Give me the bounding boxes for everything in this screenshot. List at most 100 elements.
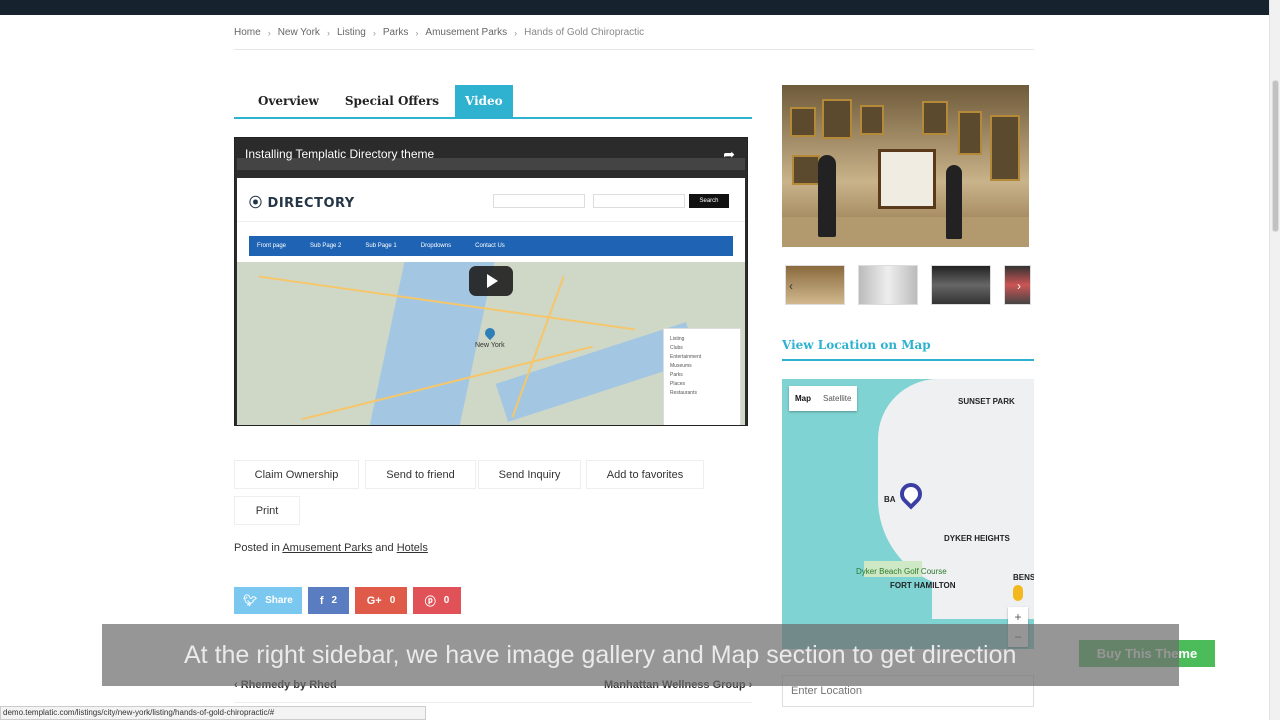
top-navigation-bar [0,0,1280,15]
category-link-amusement-parks[interactable]: Amusement Parks [282,542,372,554]
pinterest-count: 0 [443,595,450,606]
gplus-share-button[interactable]: G+ 0 [355,587,407,614]
nav-item: Dropdowns [420,243,452,249]
land-area [878,379,1034,589]
facebook-count: 2 [331,595,338,606]
chevron-right-icon: › [372,27,376,38]
gplus-count: 0 [389,595,396,606]
tab-overview[interactable]: Overview [234,85,329,117]
facebook-icon: f [319,594,324,607]
chevron-right-icon: › [326,27,330,38]
send-inquiry-button[interactable]: Send Inquiry [478,460,581,489]
chevron-right-icon[interactable]: › [1017,279,1021,293]
tab-video[interactable]: Video [454,85,513,117]
map-pin-label: New York [475,342,505,349]
site-nav: Front page Sub Page 2 Sub Page 1 Dropdow… [249,236,733,256]
twitter-share-button[interactable]: 🐦︎ Share [234,587,302,614]
add-to-favorites-button[interactable]: Add to favorites [586,460,704,489]
chevron-right-icon: › [267,27,271,38]
print-button[interactable]: Print [234,496,300,525]
nav-item: Contact Us [475,243,505,249]
breadcrumb: Home › New York › Listing › Parks › Amusemen… [234,27,644,38]
painting [990,115,1020,181]
gallery-thumbnails: ‹ › [785,265,1031,305]
chevron-right-icon: › [415,27,419,38]
status-bar-url: demo.templatic.com/listings/city/new-yor… [0,706,426,720]
search-field [493,194,585,208]
posted-and: and [375,542,394,554]
claim-ownership-button[interactable]: Claim Ownership [234,460,359,489]
panel-item: Museums [670,363,692,369]
search-button: Search [689,194,729,208]
map-pin-icon: ⦿ [249,196,268,211]
breadcrumb-home[interactable]: Home [234,27,261,38]
panel-item: Parks [670,372,683,378]
send-to-friend-button[interactable]: Send to friend [365,460,476,489]
site-header: ⦿ DIRECTORY Search [237,178,745,222]
divider [782,359,1034,361]
map-label: Dyker Beach Golf Course [856,567,947,576]
gallery-thumbnail[interactable] [785,265,845,305]
pinterest-share-button[interactable]: ⓟ 0 [413,587,461,614]
map-section-heading: View Location on Map [782,338,931,352]
gallery-thumbnail[interactable] [931,265,991,305]
painting [860,105,884,135]
street-view-icon[interactable] [1013,585,1023,601]
map-label: BENS [1013,573,1034,582]
visitor-figure [946,165,962,239]
category-link-hotels[interactable]: Hotels [397,542,428,554]
display-screen [878,149,936,209]
breadcrumb-current: Hands of Gold Chiropractic [524,27,645,38]
map-label: FORT HAMILTON [890,581,956,590]
subtitle-text: At the right sidebar, we have image gall… [184,641,1017,669]
breadcrumb-new-york[interactable]: New York [278,27,320,38]
admin-bar [237,170,745,178]
tab-special-offers[interactable]: Special Offers [335,85,449,117]
panel-item: Listing [670,336,685,342]
page-scrollbar[interactable] [1269,0,1280,720]
subtitle-overlay: At the right sidebar, we have image gall… [102,624,1179,686]
twitter-share-label: Share [265,595,293,606]
divider [234,702,752,703]
nav-item: Front page [257,243,287,249]
panel-item: Restaurants [670,390,697,396]
chevron-right-icon: › [514,27,518,38]
site-logo: ⦿ DIRECTORY [249,192,355,211]
location-field [593,194,685,208]
play-icon[interactable] [469,266,513,296]
listing-tabs: Overview Special Offers Video [234,85,752,119]
map-type-map[interactable]: Map [789,394,817,403]
panel-item: Entertainment [670,354,702,360]
breadcrumb-amusement-parks[interactable]: Amusement Parks [425,27,507,38]
painting [792,155,820,185]
pinterest-icon: ⓟ [424,595,436,608]
video-title[interactable]: Installing Templatic Directory theme [245,147,434,161]
map-label: SUNSET PARK [958,397,1015,406]
map-label: BA [884,495,896,504]
video-player[interactable]: Installing Templatic Directory theme ➦ ⦿… [234,137,748,426]
gallery-thumbnail[interactable] [858,265,918,305]
twitter-icon: 🐦︎ [243,595,258,607]
nav-item: Sub Page 2 [310,243,342,249]
map-type-toggle: Map Satellite [789,386,858,411]
share-icon[interactable]: ➦ [723,146,735,163]
chevron-left-icon[interactable]: ‹ [789,279,793,293]
panel-item: Clubs [670,345,683,351]
painting [958,111,982,155]
category-panel: Listing Clubs Entertainment Museums Park… [663,328,741,425]
site-logo-text: DIRECTORY [267,196,355,211]
map-label: DYKER HEIGHTS [944,534,1010,543]
gallery-main-image[interactable] [782,85,1029,247]
painting [822,99,852,139]
scrollbar-thumb[interactable] [1272,80,1279,232]
painting [922,101,948,135]
facebook-share-button[interactable]: f2 [308,587,349,614]
breadcrumb-parks[interactable]: Parks [383,27,409,38]
map-type-satellite[interactable]: Satellite [817,394,857,403]
posted-in: Posted in Amusement Parks and Hotels [234,542,428,554]
painting [790,107,816,137]
map-pin-icon [482,325,498,341]
breadcrumb-listing[interactable]: Listing [337,27,366,38]
location-map[interactable]: Map Satellite SUNSET PARK BA DYKER HEIGH… [782,379,1034,649]
visitor-figure [818,155,836,237]
